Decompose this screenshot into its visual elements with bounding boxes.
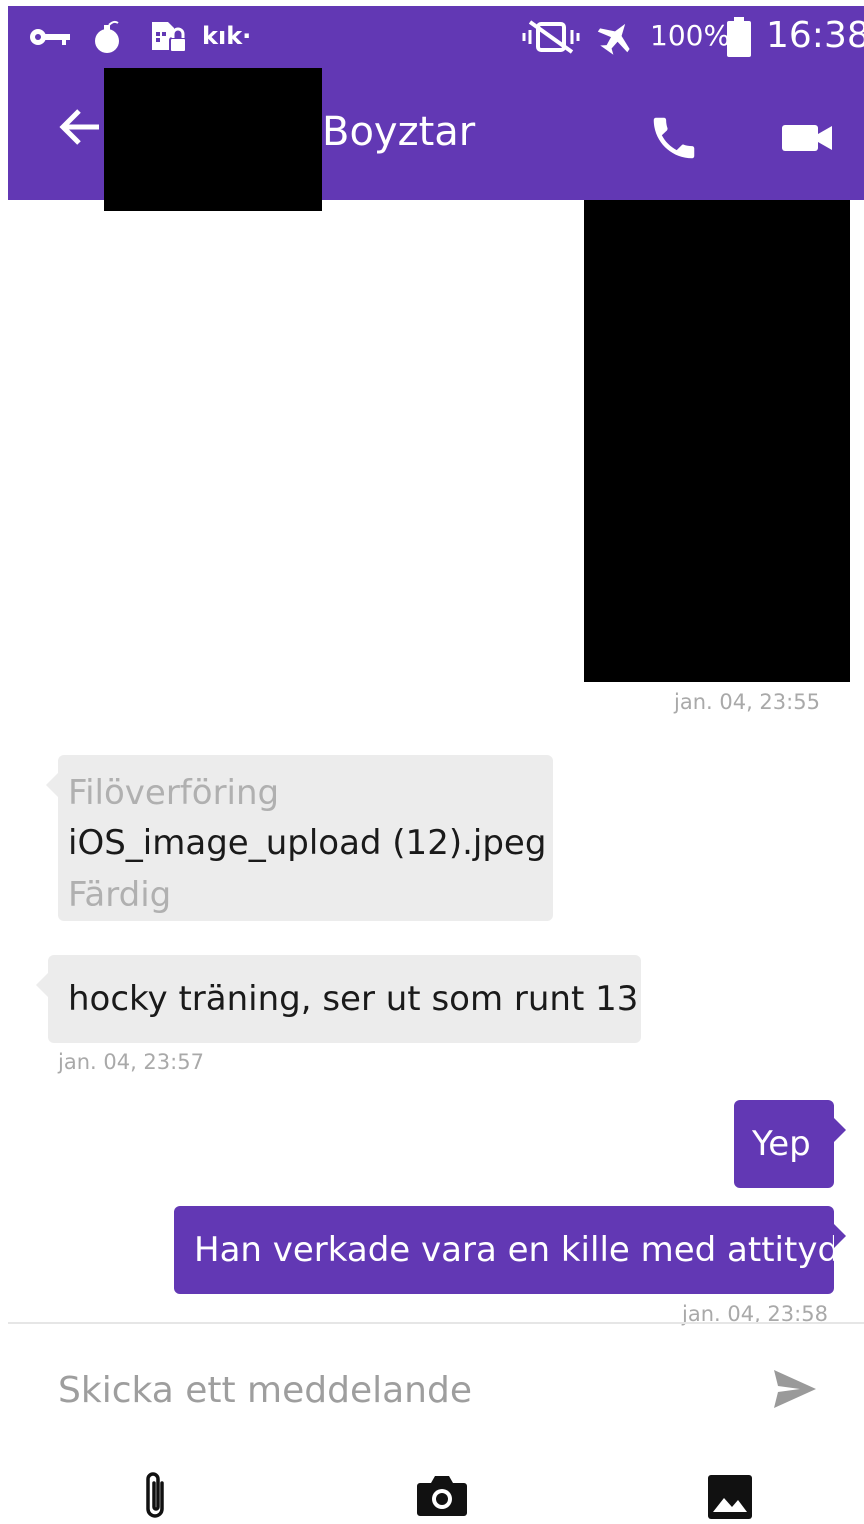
kik-label: kık· bbox=[202, 22, 252, 50]
phone-icon[interactable] bbox=[644, 108, 704, 168]
message-text: Yep bbox=[752, 1124, 811, 1164]
composer-divider bbox=[8, 1322, 864, 1324]
message-timestamp: jan. 04, 23:55 bbox=[674, 690, 820, 714]
top-bar: kık· 100% 16:38 Boyztar bbox=[8, 6, 864, 211]
sent-image-redacted[interactable] bbox=[584, 200, 850, 682]
file-transfer-label: Filöverföring bbox=[68, 773, 280, 813]
contact-name[interactable]: Boyztar bbox=[322, 108, 475, 156]
battery-percent: 100% bbox=[650, 19, 731, 52]
back-arrow-icon[interactable] bbox=[54, 102, 104, 152]
paperclip-icon[interactable] bbox=[130, 1466, 180, 1524]
file-status: Färdig bbox=[68, 875, 172, 915]
camera-icon[interactable] bbox=[414, 1470, 470, 1520]
bomb-icon bbox=[92, 20, 122, 54]
key-icon bbox=[28, 20, 72, 54]
video-call-icon[interactable] bbox=[778, 114, 838, 162]
battery-icon bbox=[726, 17, 752, 57]
file-transfer-bubble[interactable]: Filöverföring iOS_image_upload (12).jpeg… bbox=[46, 755, 553, 921]
sim-lock-icon bbox=[148, 20, 190, 54]
airplane-icon bbox=[596, 20, 636, 55]
outgoing-message-bubble[interactable]: Han verkade vara en kille med attityd bbox=[174, 1206, 846, 1294]
redacted-avatar bbox=[104, 68, 322, 211]
message-input[interactable] bbox=[58, 1358, 738, 1422]
status-bar: kık· 100% 16:38 bbox=[8, 6, 864, 68]
vibrate-off-icon bbox=[520, 20, 582, 54]
outgoing-message-bubble[interactable]: Yep bbox=[734, 1100, 846, 1188]
incoming-message-bubble[interactable]: hocky träning, ser ut som runt 13 bbox=[36, 955, 641, 1043]
file-name: iOS_image_upload (12).jpeg bbox=[68, 823, 547, 863]
message-text: Han verkade vara en kille med attityd bbox=[194, 1230, 840, 1270]
clock: 16:38 bbox=[766, 15, 864, 56]
message-text: hocky träning, ser ut som runt 13 bbox=[68, 979, 639, 1019]
app-bar: Boyztar bbox=[8, 68, 864, 211]
send-icon[interactable] bbox=[768, 1364, 822, 1414]
message-timestamp: jan. 04, 23:57 bbox=[58, 1050, 204, 1074]
gallery-icon[interactable] bbox=[704, 1472, 756, 1522]
